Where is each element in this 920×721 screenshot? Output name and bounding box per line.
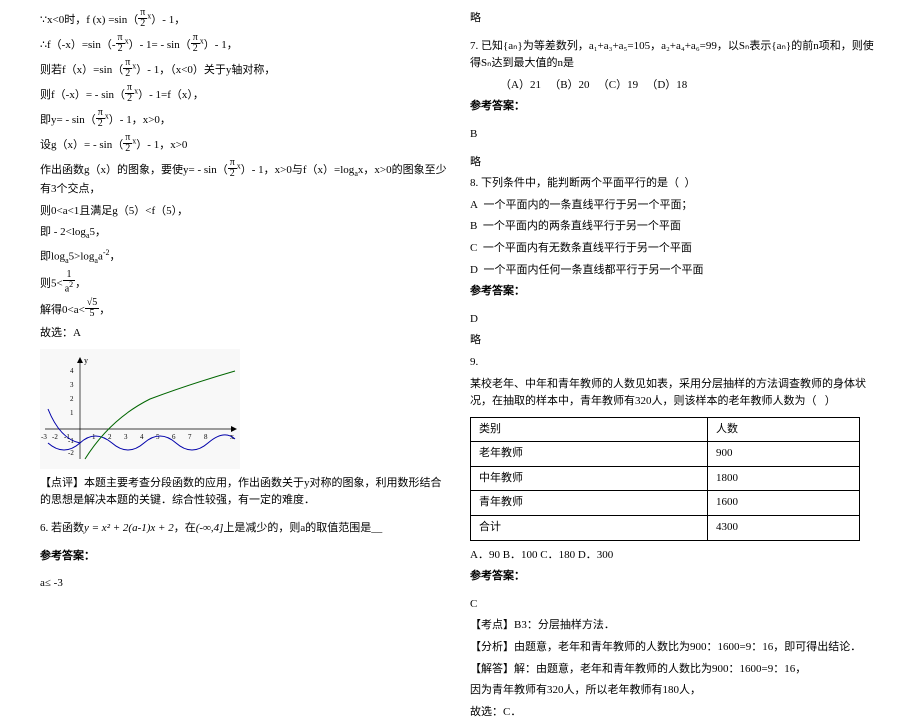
math-line: 则5<1a2， xyxy=(40,272,450,296)
svg-text:7: 7 xyxy=(188,433,192,441)
answer-value: D xyxy=(470,311,880,329)
math-line: 即 - 2<loga5， xyxy=(40,224,450,243)
solution-line: 故选：C． xyxy=(470,704,880,721)
solution-line: 【解答】解：由题意，老年和青年教师的人数比为900：1600=9：16， xyxy=(470,661,880,679)
svg-text:-2: -2 xyxy=(68,449,74,457)
svg-text:3: 3 xyxy=(70,381,74,389)
svg-text:2: 2 xyxy=(108,433,112,441)
svg-text:1: 1 xyxy=(70,409,74,417)
math-line: 即loga5>logaa-2， xyxy=(40,247,450,268)
question-7: 7. 已知{aₙ}为等差数列，a₁+a₃+a₅=105，a₂+a₄+a₆=99，… xyxy=(470,38,880,73)
answer-value: B xyxy=(470,126,880,144)
right-column: 略 7. 已知{aₙ}为等差数列，a₁+a₃+a₅=105，a₂+a₄+a₆=9… xyxy=(460,10,890,641)
left-column: ∵x<0时，f (x) =sin（π2x）- 1， ∴f（-x）=sin（-π2… xyxy=(30,10,460,641)
question-9-num: 9. xyxy=(470,354,880,372)
col-category: 类别 xyxy=(471,417,708,442)
question-9-options: A．90 B．100 C．180 D．300 xyxy=(470,547,880,565)
question-7-options: （A）21 （B）20 （C）19 （D）18 xyxy=(470,77,880,95)
answer-value: a≤ -3 xyxy=(40,575,450,593)
math-line: 作出函数g（x）的图象，要使y= - sin（π2x）- 1，x>0与f（x）=… xyxy=(40,160,450,199)
math-line: ∵x<0时，f (x) =sin（π2x）- 1， xyxy=(40,10,450,31)
svg-text:1: 1 xyxy=(92,433,96,441)
col-count: 人数 xyxy=(707,417,859,442)
math-line: 则若f（x）=sin（π2x）- 1，（x<0）关于y轴对称， xyxy=(40,60,450,81)
option-a: A 一个平面内的一条直线平行于另一个平面； xyxy=(470,197,880,215)
svg-text:5: 5 xyxy=(156,433,160,441)
math-line: 则0<a<1且满足g（5）<f（5）， xyxy=(40,203,450,221)
reference-answer-label: 参考答案： xyxy=(470,283,880,301)
function-graph: y x 4 3 2 1 -1 -2 1 2 3 4 5 6 7 8 -1 -2 … xyxy=(40,349,240,469)
exam-point: 【考点】B3：分层抽样方法． xyxy=(470,617,880,635)
teacher-table: 类别 人数 老年教师 900 中年教师 1800 青年教师 1600 合计 43… xyxy=(470,417,860,541)
option-b: B 一个平面内的两条直线平行于另一个平面 xyxy=(470,218,880,236)
question-8: 8. 下列条件中，能判断两个平面平行的是（ ） xyxy=(470,175,880,193)
table-row: 青年教师 1600 xyxy=(471,491,860,516)
reference-answer-label: 参考答案： xyxy=(470,568,880,586)
svg-text:4: 4 xyxy=(70,367,74,375)
omitted-text: 略 xyxy=(470,10,880,28)
svg-text:8: 8 xyxy=(204,433,208,441)
svg-text:3: 3 xyxy=(124,433,128,441)
svg-text:-3: -3 xyxy=(41,433,47,441)
question-9-text: 某校老年、中年和青年教师的人数见如表，采用分层抽样的方法调查教师的身体状况，在抽… xyxy=(470,376,880,411)
answer-line: 故选：A xyxy=(40,325,450,343)
answer-value: C xyxy=(470,596,880,614)
table-row: 老年教师 900 xyxy=(471,442,860,467)
svg-text:4: 4 xyxy=(140,433,144,441)
math-line: 解得0<a<√55， xyxy=(40,300,450,321)
table-row: 合计 4300 xyxy=(471,516,860,541)
svg-text:-2: -2 xyxy=(52,433,58,441)
analysis-text: 【分析】由题意，老年和青年教师的人数比为900：1600=9：16，即可得出结论… xyxy=(470,639,880,657)
omitted-text: 略 xyxy=(470,154,880,172)
math-line: 即y= - sin（π2x）- 1，x>0， xyxy=(40,110,450,131)
svg-text:2: 2 xyxy=(70,395,74,403)
reference-answer-label: 参考答案： xyxy=(470,98,880,116)
math-line: ∴f（-x）=sin（-π2x）- 1= - sin（π2x）- 1， xyxy=(40,35,450,56)
option-c: C 一个平面内有无数条直线平行于另一个平面 xyxy=(470,240,880,258)
comment-text: 【点评】本题主要考查分段函数的应用，作出函数关于y对称的图象，利用数形结合的思想… xyxy=(40,475,450,510)
reference-answer-label: 参考答案： xyxy=(40,548,450,566)
table-row: 中年教师 1800 xyxy=(471,466,860,491)
math-line: 设g（x）= - sin（π2x）- 1，x>0 xyxy=(40,135,450,156)
math-line: 则f（-x）= - sin（π2x）- 1=f（x）， xyxy=(40,85,450,106)
omitted-text: 略 xyxy=(470,332,880,350)
question-6: 6. 若函数y = x² + 2(a-1)x + 2，在(-∞,4]上是减少的，… xyxy=(40,520,450,538)
table-header-row: 类别 人数 xyxy=(471,417,860,442)
option-d: D 一个平面内任何一条直线都平行于另一个平面 xyxy=(470,262,880,280)
solution-line: 因为青年教师有320人，所以老年教师有180人， xyxy=(470,682,880,700)
svg-text:y: y xyxy=(84,356,88,365)
